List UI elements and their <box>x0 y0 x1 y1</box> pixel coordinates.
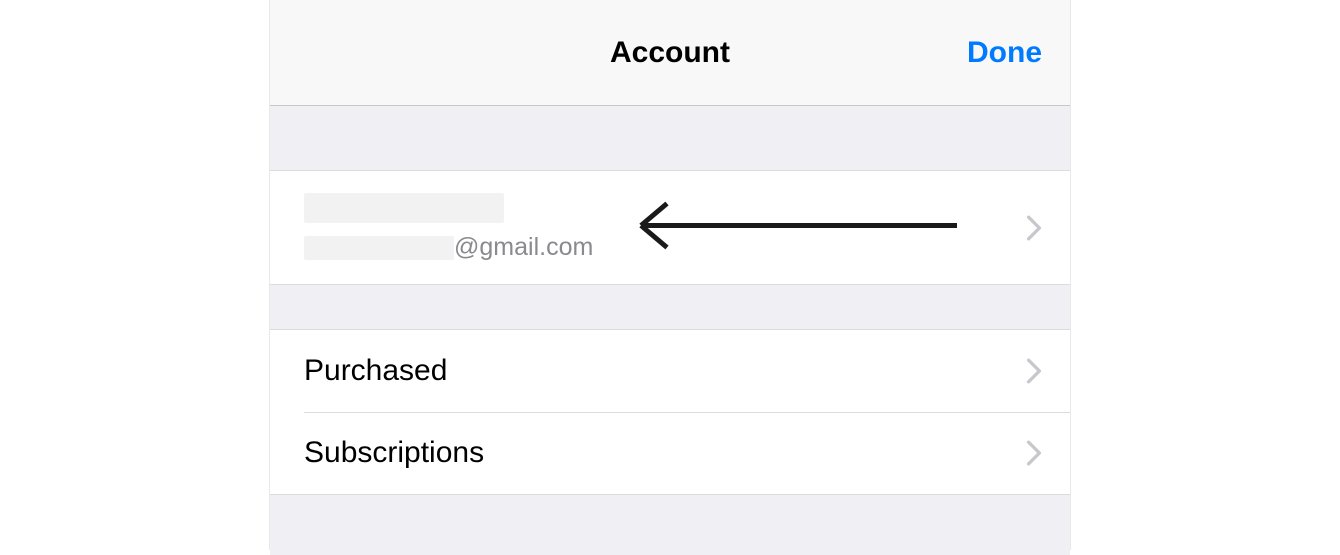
section-spacer <box>270 285 1070 329</box>
chevron-right-icon <box>1026 358 1042 384</box>
section-spacer <box>270 106 1070 170</box>
menu-section: Purchased Subscriptions <box>270 329 1070 495</box>
purchased-row[interactable]: Purchased <box>270 330 1070 412</box>
done-button[interactable]: Done <box>967 36 1042 70</box>
chevron-right-icon <box>1026 440 1042 466</box>
chevron-right-icon <box>1026 215 1042 241</box>
redacted-name <box>304 193 504 223</box>
arrow-annotation <box>635 195 965 260</box>
redacted-email-prefix <box>304 236 454 260</box>
purchased-label: Purchased <box>304 354 447 388</box>
email-domain: @gmail.com <box>454 233 593 262</box>
account-info: @gmail.com <box>304 193 593 262</box>
account-panel: Account Done @gmail.com Purchased <box>270 0 1070 550</box>
navbar: Account Done <box>270 0 1070 106</box>
account-email: @gmail.com <box>304 233 593 262</box>
page-title: Account <box>610 36 730 70</box>
subscriptions-row[interactable]: Subscriptions <box>270 412 1070 494</box>
apple-id-row[interactable]: @gmail.com <box>270 170 1070 285</box>
subscriptions-label: Subscriptions <box>304 436 484 470</box>
section-spacer <box>270 495 1070 555</box>
